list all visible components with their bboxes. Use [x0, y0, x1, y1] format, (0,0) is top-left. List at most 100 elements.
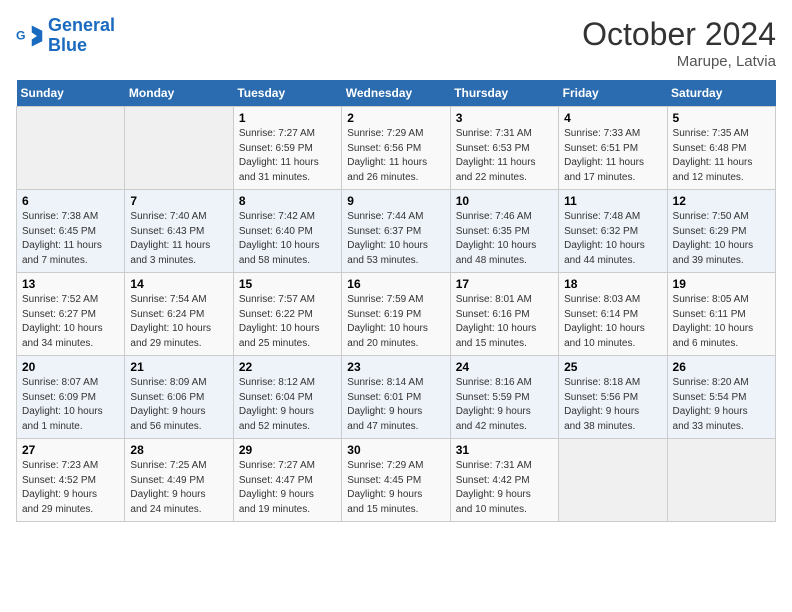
- day-info: Sunrise: 8:01 AM Sunset: 6:16 PM Dayligh…: [456, 293, 553, 351]
- day-info: Sunrise: 8:16 AM Sunset: 5:59 PM Dayligh…: [456, 376, 553, 434]
- location-subtitle: Marupe, Latvia: [582, 53, 776, 70]
- calendar-cell: 28Sunrise: 7:25 AM Sunset: 4:49 PM Dayli…: [125, 439, 233, 522]
- day-info: Sunrise: 7:40 AM Sunset: 6:43 PM Dayligh…: [130, 210, 227, 268]
- logo-line1: General: [48, 15, 115, 35]
- day-info: Sunrise: 7:54 AM Sunset: 6:24 PM Dayligh…: [130, 293, 227, 351]
- day-number: 26: [673, 360, 770, 374]
- day-info: Sunrise: 7:33 AM Sunset: 6:51 PM Dayligh…: [564, 127, 661, 185]
- calendar-week-row: 6 Sunrise: 7:38 AM Sunset: 6:45 PM Daylig…: [17, 190, 776, 273]
- day-number: 25: [564, 360, 661, 374]
- day-number: 12: [673, 194, 770, 208]
- weekday-header: Wednesday: [342, 80, 450, 107]
- calendar-cell: 10 Sunrise: 7:46 AM Sunset: 6:35 PM Dayli…: [450, 190, 558, 273]
- calendar-table: SundayMondayTuesdayWednesdayThursdayFrid…: [16, 80, 776, 522]
- day-number: 21: [130, 360, 227, 374]
- day-info: Sunrise: 7:29 AM Sunset: 6:56 PM Dayligh…: [347, 127, 444, 185]
- svg-text:G: G: [16, 28, 26, 42]
- day-info: Sunrise: 7:27 AM Sunset: 6:59 PM Dayligh…: [239, 127, 336, 185]
- title-block: October 2024 Marupe, Latvia: [582, 16, 776, 70]
- calendar-cell: 5Sunrise: 7:35 AM Sunset: 6:48 PM Daylig…: [667, 107, 775, 190]
- calendar-cell: 8Sunrise: 7:42 AM Sunset: 6:40 PM Daylig…: [233, 190, 341, 273]
- day-number: 31: [456, 443, 553, 457]
- month-title: October 2024: [582, 16, 776, 53]
- calendar-cell: 11Sunrise: 7:48 AM Sunset: 6:32 PM Dayli…: [559, 190, 667, 273]
- calendar-cell: 19 Sunrise: 8:05 AM Sunset: 6:11 PM Dayli…: [667, 273, 775, 356]
- weekday-header: Tuesday: [233, 80, 341, 107]
- calendar-cell: 18Sunrise: 8:03 AM Sunset: 6:14 PM Dayli…: [559, 273, 667, 356]
- logo: G General Blue: [16, 16, 115, 56]
- calendar-week-row: 1 Sunrise: 7:27 AM Sunset: 6:59 PM Daylig…: [17, 107, 776, 190]
- calendar-cell: 7 Sunrise: 7:40 AM Sunset: 6:43 PM Daylig…: [125, 190, 233, 273]
- day-info: Sunrise: 7:46 AM Sunset: 6:35 PM Dayligh…: [456, 210, 553, 268]
- calendar-cell: 13 Sunrise: 7:52 AM Sunset: 6:27 PM Dayli…: [17, 273, 125, 356]
- calendar-cell: 12 Sunrise: 7:50 AM Sunset: 6:29 PM Dayli…: [667, 190, 775, 273]
- day-info: Sunrise: 8:05 AM Sunset: 6:11 PM Dayligh…: [673, 293, 770, 351]
- calendar-cell: 24 Sunrise: 8:16 AM Sunset: 5:59 PM Dayli…: [450, 356, 558, 439]
- day-info: Sunrise: 7:31 AM Sunset: 4:42 PM Dayligh…: [456, 459, 553, 517]
- calendar-body: 1 Sunrise: 7:27 AM Sunset: 6:59 PM Daylig…: [17, 107, 776, 522]
- day-info: Sunrise: 7:27 AM Sunset: 4:47 PM Dayligh…: [239, 459, 336, 517]
- day-number: 6: [22, 194, 119, 208]
- calendar-week-row: 27 Sunrise: 7:23 AM Sunset: 4:52 PM Dayli…: [17, 439, 776, 522]
- calendar-cell: 25 Sunrise: 8:18 AM Sunset: 5:56 PM Dayli…: [559, 356, 667, 439]
- day-info: Sunrise: 8:09 AM Sunset: 6:06 PM Dayligh…: [130, 376, 227, 434]
- day-info: Sunrise: 7:31 AM Sunset: 6:53 PM Dayligh…: [456, 127, 553, 185]
- day-info: Sunrise: 7:23 AM Sunset: 4:52 PM Dayligh…: [22, 459, 119, 517]
- page-header: G General Blue October 2024 Marupe, Latv…: [16, 16, 776, 70]
- day-info: Sunrise: 8:14 AM Sunset: 6:01 PM Dayligh…: [347, 376, 444, 434]
- calendar-cell: 3 Sunrise: 7:31 AM Sunset: 6:53 PM Daylig…: [450, 107, 558, 190]
- day-info: Sunrise: 8:18 AM Sunset: 5:56 PM Dayligh…: [564, 376, 661, 434]
- day-info: Sunrise: 7:42 AM Sunset: 6:40 PM Dayligh…: [239, 210, 336, 268]
- calendar-cell: 15Sunrise: 7:57 AM Sunset: 6:22 PM Dayli…: [233, 273, 341, 356]
- day-info: Sunrise: 7:44 AM Sunset: 6:37 PM Dayligh…: [347, 210, 444, 268]
- day-number: 30: [347, 443, 444, 457]
- logo-icon: G: [16, 22, 44, 50]
- day-number: 22: [239, 360, 336, 374]
- calendar-cell: 30Sunrise: 7:29 AM Sunset: 4:45 PM Dayli…: [342, 439, 450, 522]
- logo-text: General Blue: [48, 16, 115, 56]
- day-number: 17: [456, 277, 553, 291]
- day-info: Sunrise: 7:50 AM Sunset: 6:29 PM Dayligh…: [673, 210, 770, 268]
- day-number: 4: [564, 111, 661, 125]
- weekday-row: SundayMondayTuesdayWednesdayThursdayFrid…: [17, 80, 776, 107]
- day-number: 19: [673, 277, 770, 291]
- day-number: 20: [22, 360, 119, 374]
- weekday-header: Thursday: [450, 80, 558, 107]
- day-number: 23: [347, 360, 444, 374]
- calendar-cell: 27 Sunrise: 7:23 AM Sunset: 4:52 PM Dayli…: [17, 439, 125, 522]
- day-number: 24: [456, 360, 553, 374]
- calendar-cell: 14 Sunrise: 7:54 AM Sunset: 6:24 PM Dayli…: [125, 273, 233, 356]
- calendar-cell: 4 Sunrise: 7:33 AM Sunset: 6:51 PM Daylig…: [559, 107, 667, 190]
- day-number: 1: [239, 111, 336, 125]
- day-info: Sunrise: 8:07 AM Sunset: 6:09 PM Dayligh…: [22, 376, 119, 434]
- day-info: Sunrise: 7:52 AM Sunset: 6:27 PM Dayligh…: [22, 293, 119, 351]
- day-info: Sunrise: 7:38 AM Sunset: 6:45 PM Dayligh…: [22, 210, 119, 268]
- calendar-cell: 26 Sunrise: 8:20 AM Sunset: 5:54 PM Dayli…: [667, 356, 775, 439]
- day-number: 10: [456, 194, 553, 208]
- day-number: 3: [456, 111, 553, 125]
- calendar-cell: 9 Sunrise: 7:44 AM Sunset: 6:37 PM Daylig…: [342, 190, 450, 273]
- calendar-week-row: 13 Sunrise: 7:52 AM Sunset: 6:27 PM Dayli…: [17, 273, 776, 356]
- day-number: 14: [130, 277, 227, 291]
- day-info: Sunrise: 7:25 AM Sunset: 4:49 PM Dayligh…: [130, 459, 227, 517]
- calendar-cell: 23 Sunrise: 8:14 AM Sunset: 6:01 PM Dayli…: [342, 356, 450, 439]
- day-number: 9: [347, 194, 444, 208]
- calendar-cell: 20 Sunrise: 8:07 AM Sunset: 6:09 PM Dayli…: [17, 356, 125, 439]
- day-number: 29: [239, 443, 336, 457]
- day-number: 13: [22, 277, 119, 291]
- calendar-cell: 29 Sunrise: 7:27 AM Sunset: 4:47 PM Dayli…: [233, 439, 341, 522]
- day-info: Sunrise: 8:20 AM Sunset: 5:54 PM Dayligh…: [673, 376, 770, 434]
- calendar-week-row: 20 Sunrise: 8:07 AM Sunset: 6:09 PM Dayli…: [17, 356, 776, 439]
- weekday-header: Monday: [125, 80, 233, 107]
- calendar-cell: [17, 107, 125, 190]
- day-number: 7: [130, 194, 227, 208]
- day-number: 5: [673, 111, 770, 125]
- day-number: 2: [347, 111, 444, 125]
- day-info: Sunrise: 7:59 AM Sunset: 6:19 PM Dayligh…: [347, 293, 444, 351]
- calendar-cell: 22Sunrise: 8:12 AM Sunset: 6:04 PM Dayli…: [233, 356, 341, 439]
- calendar-cell: 6 Sunrise: 7:38 AM Sunset: 6:45 PM Daylig…: [17, 190, 125, 273]
- day-number: 11: [564, 194, 661, 208]
- day-number: 27: [22, 443, 119, 457]
- day-number: 16: [347, 277, 444, 291]
- calendar-header: SundayMondayTuesdayWednesdayThursdayFrid…: [17, 80, 776, 107]
